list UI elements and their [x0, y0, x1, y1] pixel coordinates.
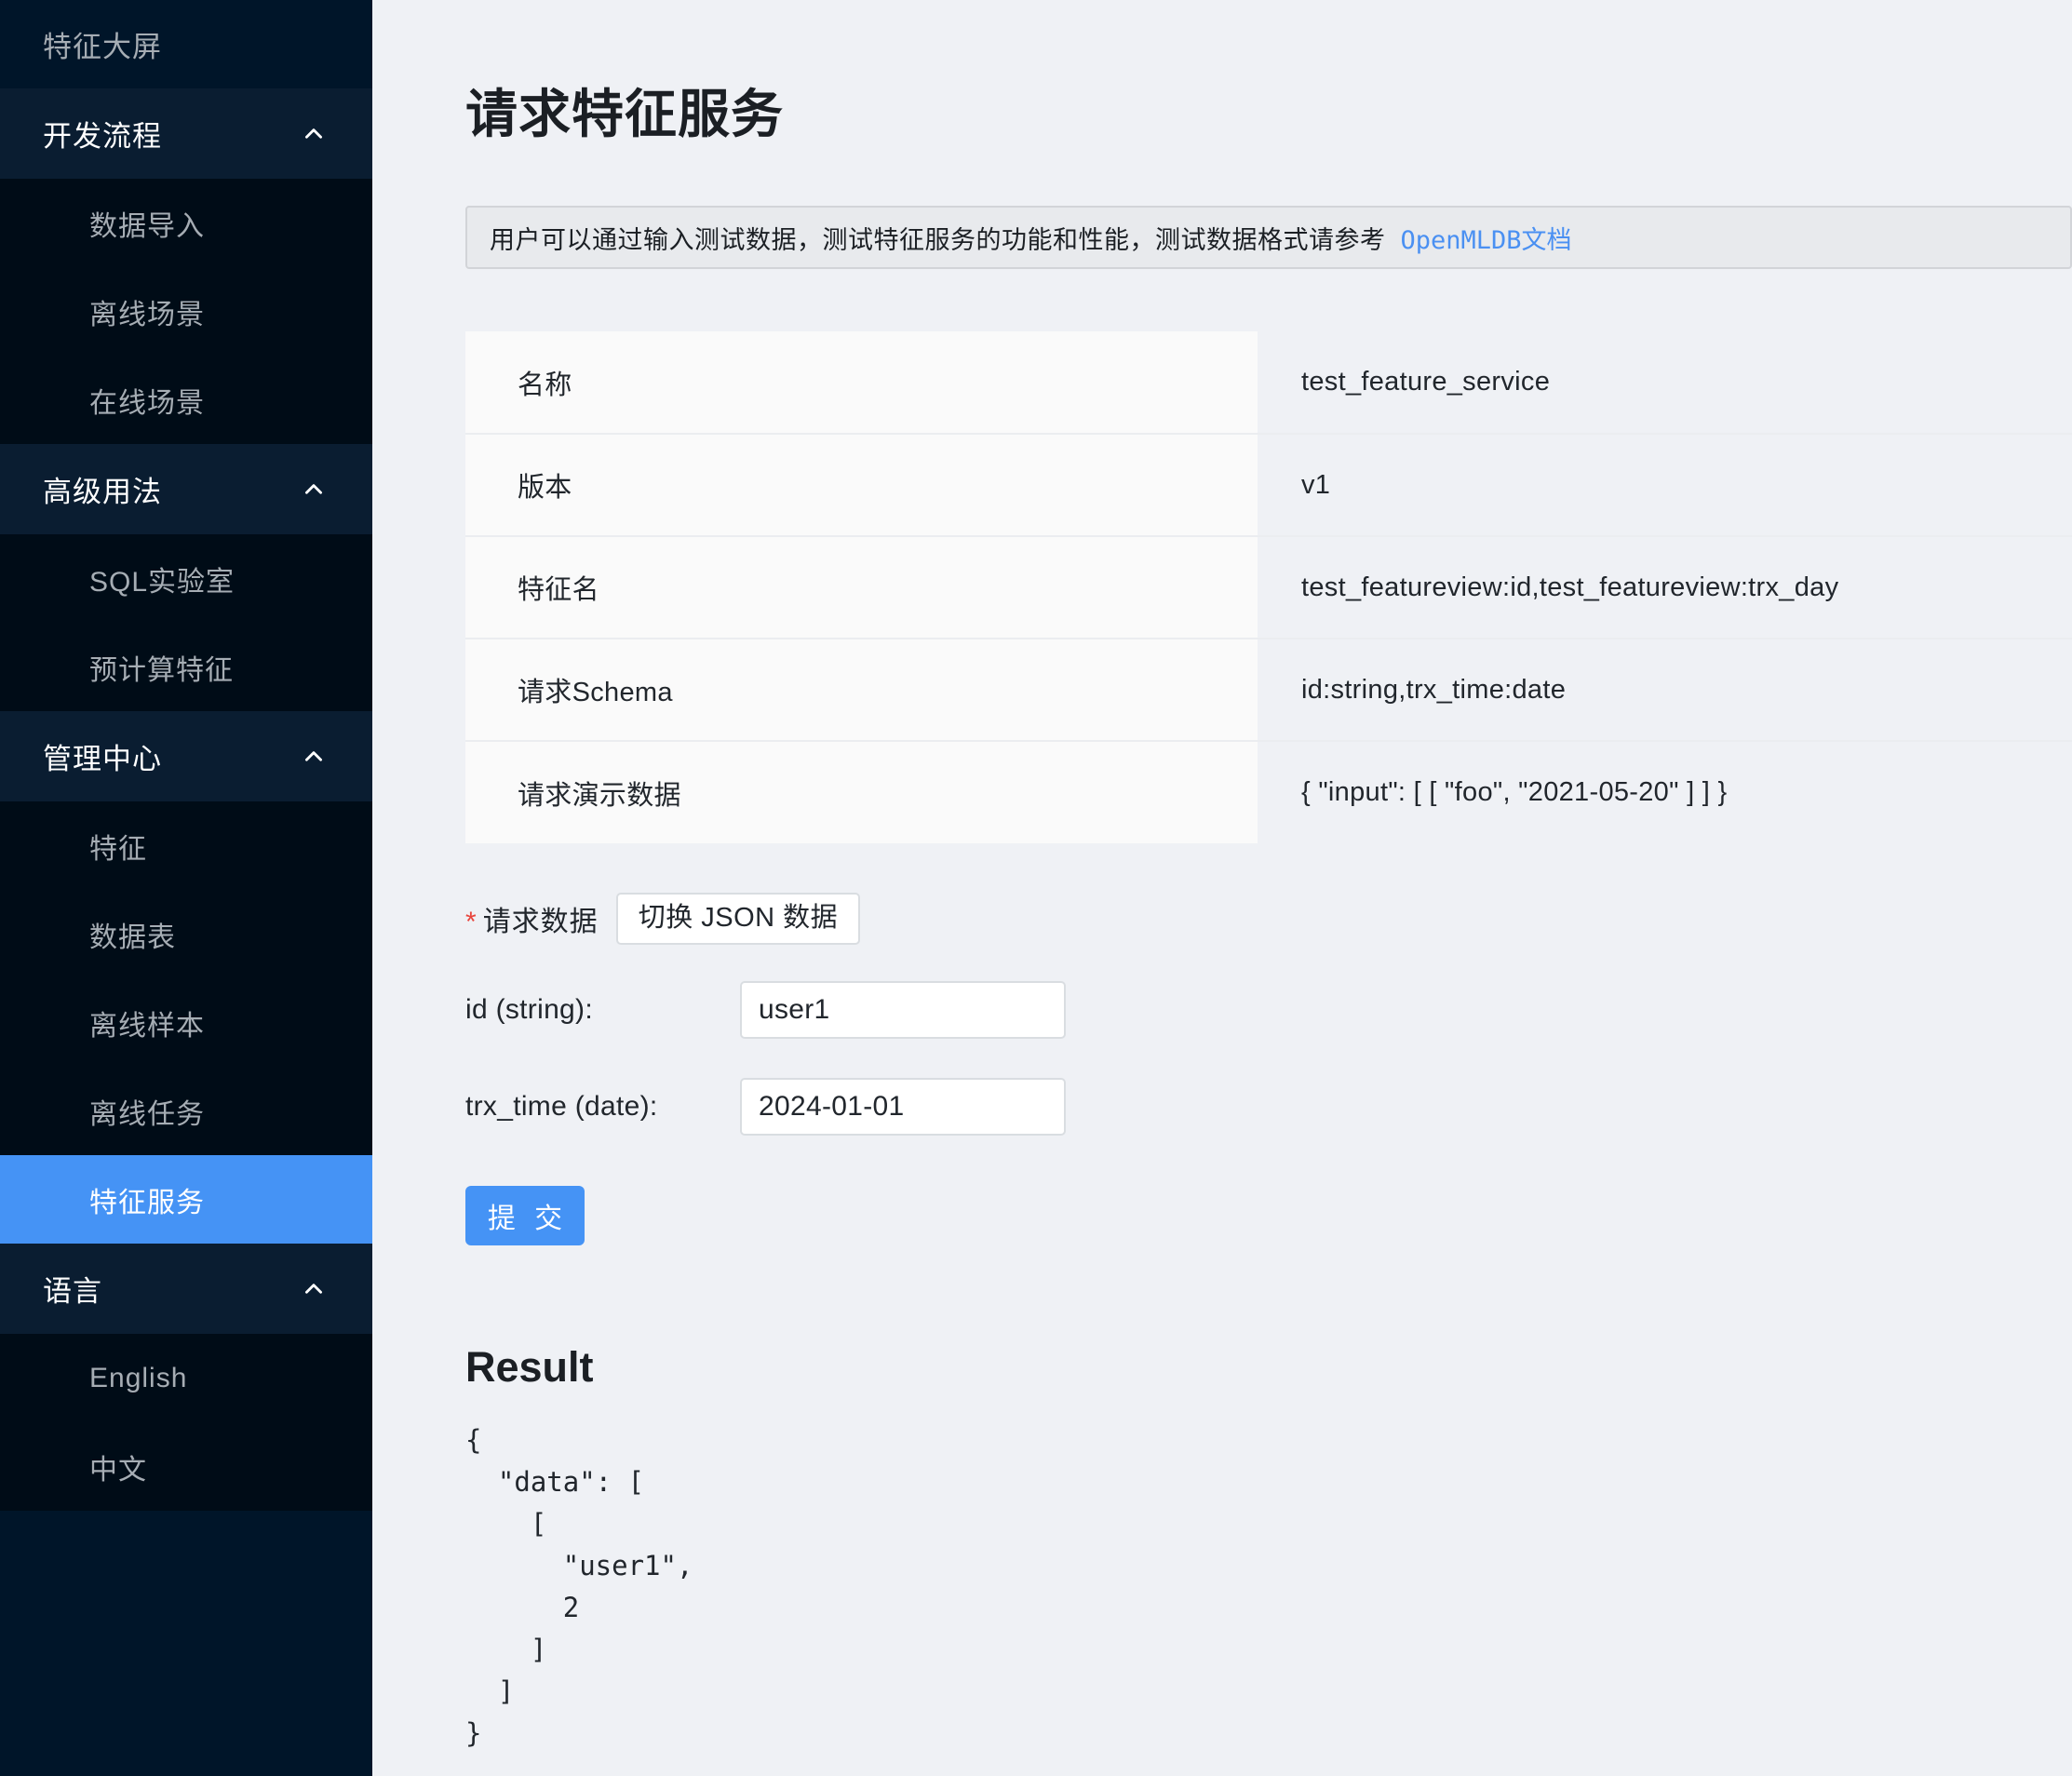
- table-row: 名称 test_feature_service: [465, 331, 2072, 435]
- table-row: 请求Schema id:string,trx_time:date: [465, 639, 2072, 742]
- sidebar-item-label: 中文: [89, 1454, 147, 1486]
- sidebar-item-language-chinese[interactable]: 中文: [0, 1422, 372, 1511]
- sidebar-item-online-scenario[interactable]: 在线场景: [0, 356, 372, 444]
- sidebar-item-label: 在线场景: [89, 387, 205, 419]
- request-form: *请求数据 切换 JSON 数据 id (string): trx_time (…: [465, 893, 2072, 1245]
- info-row-value: id:string,trx_time:date: [1258, 639, 2072, 742]
- info-row-label: 名称: [465, 331, 1258, 435]
- field-row-trx-time: trx_time (date):: [465, 1078, 2072, 1136]
- info-alert-text: 用户可以通过输入测试数据，测试特征服务的功能和性能，测试数据格式请参考: [490, 225, 1386, 254]
- info-row-label: 特征名: [465, 536, 1258, 639]
- sidebar-group-advanced-usage-body: SQL实验室 预计算特征: [0, 534, 372, 711]
- table-row: 请求演示数据 { "input": [ [ "foo", "2021-05-20…: [465, 741, 2072, 843]
- info-row-value: test_featureview:id,test_featureview:trx…: [1258, 536, 2072, 639]
- sidebar-item-label: 离线场景: [89, 299, 205, 330]
- sidebar-item-data-import[interactable]: 数据导入: [0, 179, 372, 267]
- info-alert: 用户可以通过输入测试数据，测试特征服务的功能和性能，测试数据格式请参考 Open…: [465, 206, 2072, 269]
- sidebar-group-management-center[interactable]: 管理中心: [0, 711, 372, 801]
- sidebar-item-offline-samples[interactable]: 离线样本: [0, 978, 372, 1067]
- request-data-label-text: 请求数据: [482, 907, 599, 937]
- result-section: Result { "data": [ [ "user1", 2 ] ] }: [465, 1343, 2072, 1755]
- field-row-id: id (string):: [465, 981, 2072, 1039]
- sidebar-group-language-body: English 中文: [0, 1334, 372, 1511]
- sidebar-group-language[interactable]: 语言: [0, 1244, 372, 1334]
- result-json-output: { "data": [ [ "user1", 2 ] ] }: [465, 1424, 693, 1749]
- sidebar-item-label: 特征: [89, 833, 147, 865]
- toggle-json-data-button[interactable]: 切换 JSON 数据: [615, 893, 861, 945]
- sidebar-item-feature-service[interactable]: 特征服务: [0, 1155, 372, 1244]
- sidebar-item-dashboard[interactable]: 特征大屏: [0, 0, 372, 88]
- request-data-label: * 请求数据: [465, 898, 599, 939]
- chevron-up-icon: [302, 122, 326, 146]
- table-row: 版本 v1: [465, 434, 2072, 537]
- sidebar-item-label: SQL实验室: [89, 566, 235, 598]
- info-row-value: v1: [1258, 434, 2072, 537]
- info-row-label: 请求Schema: [465, 639, 1258, 742]
- sidebar-item-features[interactable]: 特征: [0, 801, 372, 890]
- sidebar-item-precomputed-features[interactable]: 预计算特征: [0, 623, 372, 711]
- sidebar-item-label: 离线任务: [89, 1098, 205, 1130]
- sidebar-group-label: 开发流程: [43, 120, 162, 153]
- sidebar-item-label: 特征服务: [89, 1187, 205, 1218]
- sidebar-filler: [0, 1511, 372, 1776]
- trx-time-input[interactable]: [740, 1078, 1066, 1136]
- sidebar-item-label: 离线样本: [89, 1010, 205, 1042]
- page-title: 请求特征服务: [465, 85, 784, 143]
- sidebar-item-data-tables[interactable]: 数据表: [0, 890, 372, 978]
- request-data-header: * 请求数据 切换 JSON 数据: [465, 893, 2072, 945]
- chevron-up-icon: [302, 1277, 326, 1301]
- sidebar-group-label: 高级用法: [43, 476, 162, 508]
- sidebar-group-advanced-usage[interactable]: 高级用法: [0, 444, 372, 534]
- app-root: 特征大屏 开发流程 数据导入 离线场景 在线场景 高级用法 SQL实验室 预计算…: [0, 0, 2072, 1776]
- field-label-id: id (string):: [465, 994, 593, 1025]
- sidebar-item-label: 数据表: [89, 922, 176, 953]
- openmldb-doc-link[interactable]: OpenMLDB文档: [1401, 220, 1572, 256]
- feature-service-info-table: 名称 test_feature_service 版本 v1 特征名 test_f…: [465, 331, 2072, 843]
- chevron-up-icon: [302, 478, 326, 502]
- sidebar-item-offline-jobs[interactable]: 离线任务: [0, 1067, 372, 1155]
- sidebar-item-label: 数据导入: [89, 210, 205, 242]
- sidebar-item-label: 预计算特征: [89, 654, 234, 686]
- required-asterisk: *: [465, 907, 478, 937]
- sidebar-group-label: 管理中心: [43, 743, 162, 775]
- field-label-trx-time: trx_time (date):: [465, 1091, 658, 1122]
- sidebar-group-management-center-body: 特征 数据表 离线样本 离线任务 特征服务: [0, 801, 372, 1244]
- table-row: 特征名 test_featureview:id,test_featureview…: [465, 536, 2072, 639]
- sidebar-group-dev-process-body: 数据导入 离线场景 在线场景: [0, 179, 372, 444]
- sidebar-item-sql-lab[interactable]: SQL实验室: [0, 534, 372, 623]
- info-row-value: test_feature_service: [1258, 331, 2072, 435]
- sidebar: 特征大屏 开发流程 数据导入 离线场景 在线场景 高级用法 SQL实验室 预计算…: [0, 0, 372, 1776]
- sidebar-item-label: 特征大屏: [43, 31, 162, 63]
- submit-button[interactable]: 提 交: [465, 1186, 585, 1245]
- sidebar-group-label: 语言: [43, 1275, 102, 1308]
- sidebar-item-language-english[interactable]: English: [0, 1334, 372, 1422]
- sidebar-group-dev-process[interactable]: 开发流程: [0, 88, 372, 179]
- chevron-up-icon: [302, 745, 326, 769]
- id-input[interactable]: [740, 981, 1066, 1039]
- main-content: 请求特征服务 用户可以通过输入测试数据，测试特征服务的功能和性能，测试数据格式请…: [372, 0, 2072, 1776]
- info-row-label: 版本: [465, 434, 1258, 537]
- result-title: Result: [465, 1343, 594, 1391]
- info-row-value: { "input": [ [ "foo", "2021-05-20" ] ] }: [1301, 777, 1728, 807]
- info-row-label: 请求演示数据: [465, 741, 1258, 843]
- sidebar-item-offline-scenario[interactable]: 离线场景: [0, 267, 372, 356]
- sidebar-item-label: English: [89, 1362, 188, 1393]
